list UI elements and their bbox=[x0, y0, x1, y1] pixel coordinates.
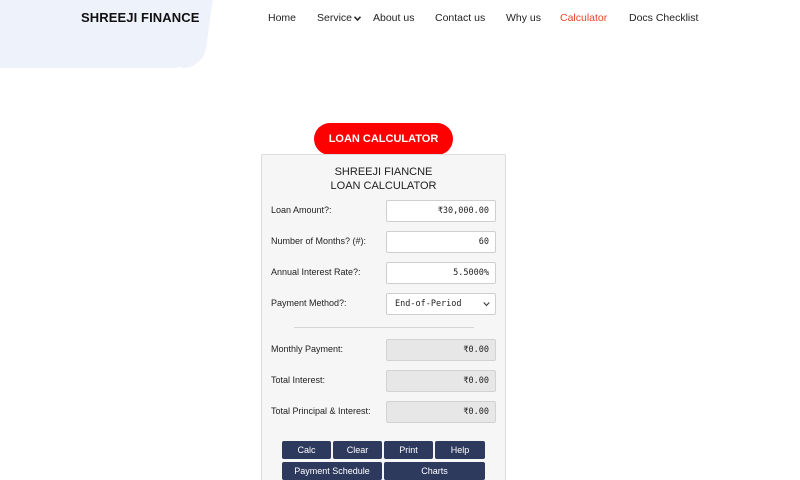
nav-calculator[interactable]: Calculator bbox=[560, 12, 607, 24]
nav-contact-us[interactable]: Contact us bbox=[435, 12, 485, 24]
payment-method-value: End-of-Period bbox=[395, 299, 462, 309]
calc-button[interactable]: Calc bbox=[282, 441, 331, 459]
loan-calculator-title-button[interactable]: LOAN CALCULATOR bbox=[314, 123, 453, 155]
months-input[interactable] bbox=[386, 231, 496, 253]
help-button[interactable]: Help bbox=[435, 441, 485, 459]
nav-docs-checklist[interactable]: Docs Checklist bbox=[629, 12, 698, 24]
months-label: Number of Months? (#): bbox=[271, 236, 367, 246]
monthly-payment-output bbox=[386, 339, 496, 361]
calculator-title-line1: SHREEJI FIANCNE bbox=[334, 166, 433, 178]
brand-logo-text[interactable]: SHREEJI FINANCE bbox=[81, 10, 200, 25]
print-button[interactable]: Print bbox=[384, 441, 433, 459]
total-interest-label: Total Interest: bbox=[271, 375, 326, 385]
interest-rate-label: Annual Interest Rate?: bbox=[271, 267, 361, 277]
charts-button[interactable]: Charts bbox=[384, 462, 485, 480]
chevron-down-icon bbox=[354, 16, 362, 21]
total-principal-interest-output bbox=[386, 401, 496, 423]
section-divider bbox=[294, 327, 474, 328]
total-principal-interest-label: Total Principal & Interest: bbox=[271, 406, 371, 416]
interest-rate-input[interactable] bbox=[386, 262, 496, 284]
loan-amount-input[interactable] bbox=[386, 200, 496, 222]
total-interest-output bbox=[386, 370, 496, 392]
calculator-title-line2: LOAN CALCULATOR bbox=[330, 180, 437, 192]
monthly-payment-label: Monthly Payment: bbox=[271, 344, 344, 354]
payment-method-select[interactable]: End-of-Period bbox=[386, 293, 496, 315]
chevron-down-icon bbox=[483, 302, 490, 307]
payment-schedule-button[interactable]: Payment Schedule bbox=[282, 462, 382, 480]
calculator-panel: SHREEJI FIANCNE LOAN CALCULATOR Loan Amo… bbox=[261, 154, 506, 480]
nav-service-label: Service bbox=[317, 12, 353, 24]
nav-service[interactable]: Service bbox=[317, 12, 362, 24]
nav-why-us[interactable]: Why us bbox=[506, 12, 541, 24]
nav-about-us[interactable]: About us bbox=[373, 12, 414, 24]
loan-amount-label: Loan Amount?: bbox=[271, 205, 332, 215]
clear-button[interactable]: Clear bbox=[333, 441, 382, 459]
nav-home[interactable]: Home bbox=[268, 12, 296, 24]
payment-method-label: Payment Method?: bbox=[271, 298, 347, 308]
